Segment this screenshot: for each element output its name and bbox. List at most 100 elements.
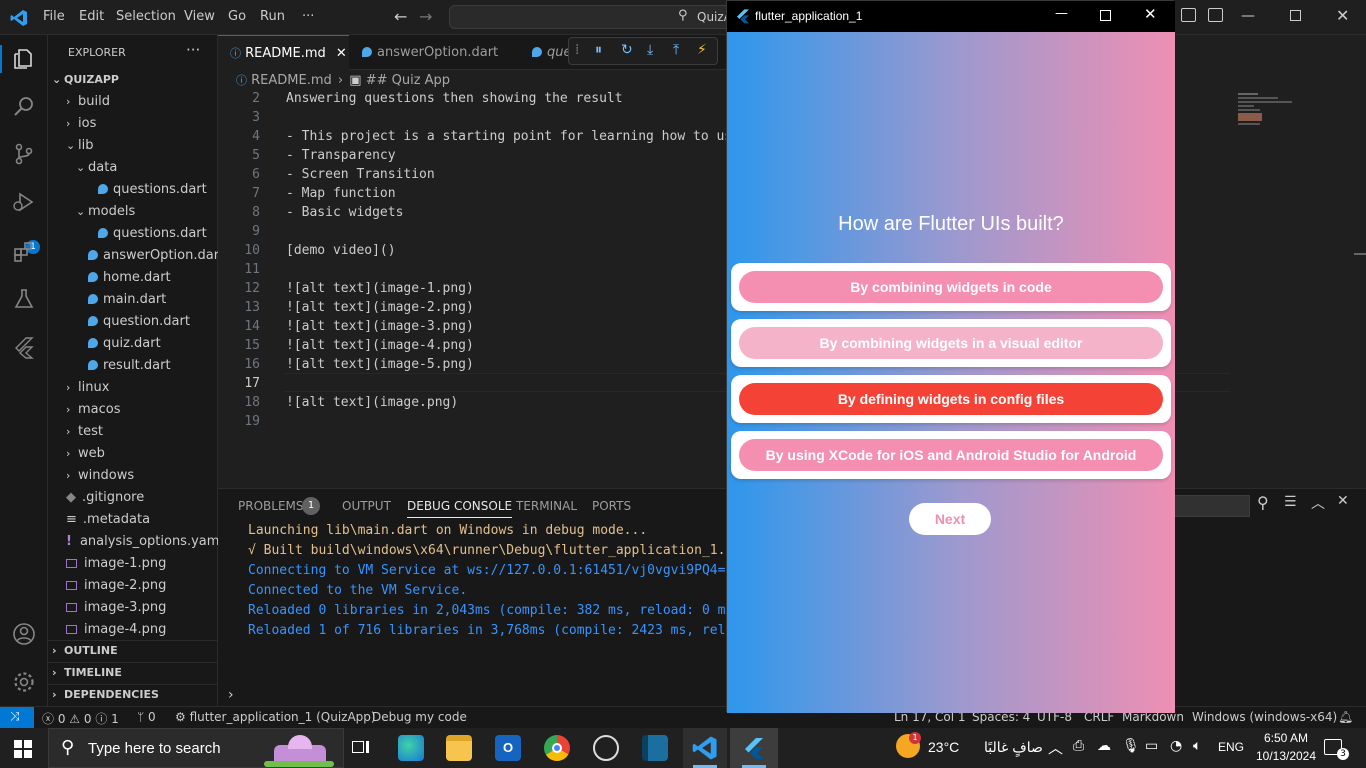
menu-more[interactable]: ··· (302, 9, 314, 24)
vscode-taskbar-button[interactable] (683, 728, 727, 768)
tree-folder[interactable]: ⌄ lib (66, 135, 93, 157)
menu-go[interactable]: Go (228, 9, 246, 24)
weather-temp[interactable]: 23°C (928, 739, 959, 755)
notifications-bell-icon[interactable]: 🔔︎ (1338, 710, 1353, 724)
customize-layout-icon[interactable] (1208, 8, 1223, 22)
edge-icon[interactable] (398, 735, 424, 761)
tree-file[interactable]: image-2.png (66, 575, 166, 597)
answer-button[interactable]: By combining widgets in code (739, 271, 1163, 303)
restart-icon[interactable]: ↻ (621, 42, 633, 58)
maximize-panel-icon[interactable]: ︿ (1311, 493, 1325, 513)
close-icon[interactable]: ✕ (1144, 5, 1157, 23)
windows-start-icon[interactable] (14, 740, 32, 758)
volume-icon[interactable]: 🔈︎ (1193, 738, 1201, 754)
tree-folder[interactable]: › linux (66, 377, 109, 399)
obs-icon[interactable] (593, 735, 619, 761)
settings-gear-icon[interactable] (12, 670, 36, 694)
wifi-icon[interactable]: ◔ (1170, 738, 1182, 754)
menu-view[interactable]: View (184, 9, 215, 24)
outlook-icon[interactable]: O (495, 735, 521, 761)
tree-file[interactable]: home.dart (88, 267, 171, 289)
flutter-view-icon[interactable] (12, 335, 36, 359)
tab-readme[interactable]: ⓘ README.md ✕ (218, 35, 349, 70)
search-icon[interactable]: ⚲ (1257, 493, 1269, 512)
maximize-icon[interactable] (1100, 10, 1111, 21)
tree-file[interactable]: questions.dart (98, 179, 207, 201)
answer-button[interactable]: By defining widgets in config files (739, 383, 1163, 415)
tab-output[interactable]: OUTPUT (342, 499, 391, 513)
explorer-icon[interactable] (12, 47, 36, 71)
step-into-icon[interactable]: ⤓ (647, 42, 653, 58)
tree-file[interactable]: image-4.png (66, 619, 166, 641)
restore-icon[interactable] (1290, 10, 1301, 21)
toggle-sidebar-icon[interactable] (1181, 8, 1196, 22)
app-icon[interactable] (642, 735, 668, 761)
launch-config[interactable]: ⚙ flutter_application_1 (QuizApp) (175, 710, 376, 724)
tree-folder[interactable]: › windows (66, 465, 134, 487)
taskbar-search[interactable]: ⚲ Type here to search (48, 728, 344, 768)
tree-file[interactable]: question.dart (88, 311, 190, 333)
task-view-icon[interactable] (350, 738, 372, 758)
close-panel-icon[interactable]: ✕ (1337, 493, 1349, 509)
tab-ports[interactable]: PORTS (592, 499, 631, 513)
more-actions-icon[interactable]: ··· (186, 41, 200, 59)
tree-file[interactable]: main.dart (88, 289, 166, 311)
command-center-search[interactable]: ⚲ QuizA (449, 5, 739, 29)
tree-file[interactable]: ! analysis_options.yaml (66, 531, 223, 553)
ports-count[interactable]: ᛘ 0 (137, 710, 156, 724)
tab-problems[interactable]: PROBLEMS (238, 499, 304, 513)
outline-section[interactable]: › OUTLINE (52, 640, 118, 662)
tree-file[interactable]: ◆ .gitignore (66, 487, 144, 509)
back-arrow-icon[interactable]: ← (394, 7, 407, 26)
onedrive-icon[interactable]: ☁ (1097, 738, 1111, 754)
tree-folder[interactable]: › ios (66, 113, 96, 135)
clock-date[interactable]: 10/13/2024 (1250, 749, 1322, 763)
language-indicator[interactable]: ENG (1218, 740, 1244, 754)
close-icon[interactable]: ✕ (1336, 6, 1349, 25)
tree-folder[interactable]: › web (66, 443, 105, 465)
project-header[interactable]: ⌄ QUIZAPP (52, 69, 119, 91)
tree-file[interactable]: image-3.png (66, 597, 166, 619)
menu-selection[interactable]: Selection (116, 9, 176, 24)
source-control-icon[interactable] (12, 142, 36, 166)
answer-button[interactable]: By using XCode for iOS and Android Studi… (739, 439, 1163, 471)
battery-icon[interactable]: ▭ (1145, 738, 1158, 754)
clock-time[interactable]: 6:50 AM (1256, 731, 1316, 745)
console-filter-input[interactable] (1168, 495, 1250, 517)
microphone-icon[interactable]: 🎙︎ (1122, 738, 1140, 754)
tab-close-icon[interactable]: ✕ (336, 46, 347, 61)
tree-folder[interactable]: › test (66, 421, 103, 443)
flutter-device[interactable]: Windows (windows-x64) (1192, 710, 1337, 724)
file-explorer-icon[interactable] (446, 735, 472, 761)
flutter-taskbar-button[interactable] (730, 728, 778, 768)
timeline-section[interactable]: › TIMELINE (52, 662, 122, 684)
error-count[interactable]: ⓧ 0 ⚠ 0 ⓘ 1 (42, 710, 119, 727)
tree-folder[interactable]: ⌄ models (76, 201, 135, 223)
tab-debug-console[interactable]: DEBUG CONSOLE (407, 499, 513, 518)
search-view-icon[interactable] (12, 94, 36, 118)
minimize-icon[interactable]: — (1241, 8, 1255, 24)
hot-reload-icon[interactable]: ⚡ (697, 42, 707, 58)
tree-file[interactable]: image-1.png (66, 553, 166, 575)
dependencies-section[interactable]: › DEPENDENCIES (52, 684, 159, 706)
minimize-icon[interactable]: — (1055, 6, 1068, 21)
tree-folder[interactable]: › build (66, 91, 110, 113)
menu-file[interactable]: File (43, 9, 65, 24)
tree-file[interactable]: ≡ .metadata (66, 509, 150, 531)
tab-terminal[interactable]: TERMINAL (516, 499, 577, 513)
console-prompt-icon[interactable]: › (228, 687, 234, 703)
menu-edit[interactable]: Edit (79, 9, 104, 24)
testing-icon[interactable] (12, 287, 36, 311)
breadcrumb-file[interactable]: README.md (251, 73, 332, 88)
run-debug-icon[interactable] (12, 190, 36, 214)
debug-my-code[interactable]: Debug my code (372, 710, 467, 724)
clear-console-icon[interactable]: ☰ (1284, 494, 1297, 510)
weather-desc[interactable]: صافٍ غالبًا (984, 739, 1043, 756)
breadcrumb-symbol[interactable]: ## Quiz App (366, 73, 450, 88)
remote-button[interactable]: ⤨ (0, 707, 34, 729)
tree-folder[interactable]: › macos (66, 399, 121, 421)
tree-file[interactable]: questions.dart (98, 223, 207, 245)
tree-file[interactable]: answerOption.dart (88, 245, 224, 267)
tree-folder[interactable]: ⌄ data (76, 157, 117, 179)
tab-answer-option[interactable]: answerOption.dart (350, 35, 510, 70)
